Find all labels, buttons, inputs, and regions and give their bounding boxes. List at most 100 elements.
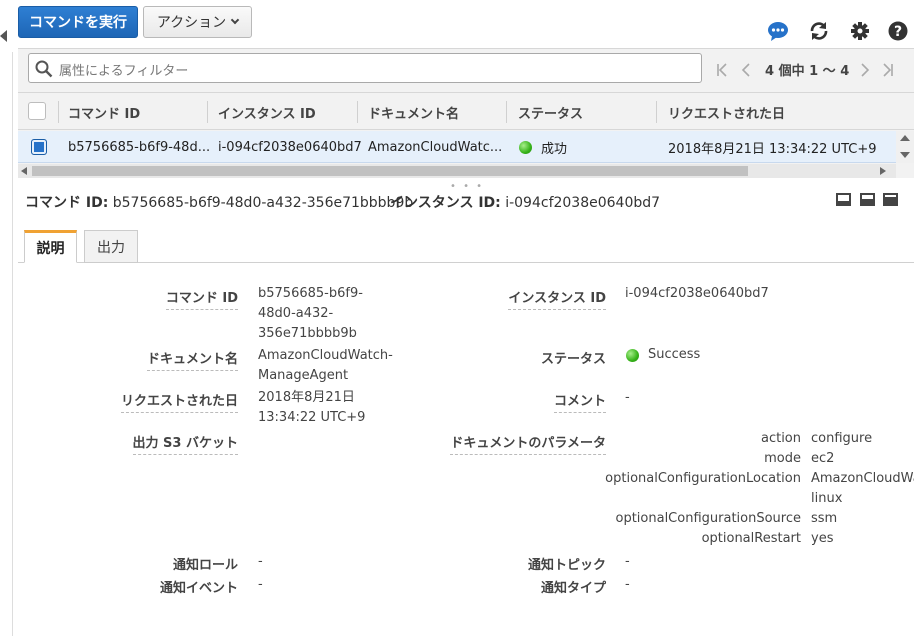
next-page-icon[interactable] xyxy=(860,60,870,80)
cell-status: 成功 xyxy=(519,131,567,163)
cell-document: AmazonCloudWatc... xyxy=(368,139,503,155)
param-value: yes xyxy=(811,531,834,546)
layout-full-icon[interactable] xyxy=(883,193,898,206)
cell-command-id: b5756685-b6f9-48d... xyxy=(68,139,211,155)
param-key: mode xyxy=(764,451,801,466)
param-value: ec2 xyxy=(811,451,835,466)
param-key: action xyxy=(760,431,801,446)
param-key: optionalRestart xyxy=(701,531,801,546)
column-separator xyxy=(656,101,657,123)
detail-instance-label: インスタンス ID: xyxy=(390,195,501,211)
column-separator xyxy=(58,101,59,123)
notify-event-label: 通知イベント xyxy=(159,581,238,596)
document-line: ManageAgent xyxy=(258,368,349,383)
run-command-label: コマンドを実行 xyxy=(29,15,127,31)
gear-icon[interactable] xyxy=(849,20,871,42)
tab-description[interactable]: 説明 xyxy=(24,230,77,263)
filter-placeholder: 属性によるフィルター xyxy=(59,64,189,79)
cell-status-text: 成功 xyxy=(541,141,568,157)
horizontal-scrollbar[interactable] xyxy=(18,164,896,178)
notify-type-label: 通知タイプ xyxy=(540,581,606,596)
column-header-command-id[interactable]: コマンド ID xyxy=(68,93,140,131)
command-id-line: 48d0-a432- xyxy=(258,306,334,321)
filter-input[interactable]: 属性によるフィルター xyxy=(28,53,702,83)
instance-id-label: インスタンス ID xyxy=(508,287,606,310)
actions-label: アクション xyxy=(156,15,227,31)
layout-split-icon[interactable] xyxy=(860,193,875,206)
notify-event-value: - xyxy=(258,577,263,592)
document-label: ドキュメント名 xyxy=(146,348,238,371)
instance-id-value: i-094cf2038e0640bd7 xyxy=(625,286,769,301)
cell-requested: 2018年8月21日 13:34:22 UTC+9 xyxy=(668,141,877,157)
tab-output[interactable]: 出力 xyxy=(84,230,138,263)
param-value: linux xyxy=(811,491,843,506)
status-label: ステータス xyxy=(540,352,606,367)
column-separator xyxy=(506,101,507,123)
detail-instance-header: インスタンス ID: i-094cf2038e0640bd7 xyxy=(390,192,660,212)
pagination-text: 4 個中 1 ～ 4 xyxy=(765,64,850,79)
document-line: AmazonCloudWatch- xyxy=(258,348,393,363)
scroll-down-icon[interactable] xyxy=(900,152,910,158)
chevron-down-icon xyxy=(230,15,240,25)
collapse-panel-icon[interactable] xyxy=(0,30,7,42)
document-value: AmazonCloudWatch- ManageAgent xyxy=(258,346,393,386)
param-value: ssm xyxy=(811,511,838,526)
scroll-right-icon[interactable] xyxy=(880,167,886,175)
success-status-icon xyxy=(626,348,639,362)
column-header-requested[interactable]: リクエストされた日 xyxy=(668,93,785,131)
scroll-left-icon[interactable] xyxy=(21,167,27,175)
layout-bottom-icon[interactable] xyxy=(836,193,851,206)
column-header-instance-id[interactable]: インスタンス ID xyxy=(218,93,316,131)
requested-line: 13:34:22 UTC+9 xyxy=(258,410,366,425)
detail-instance-value: i-094cf2038e0640bd7 xyxy=(505,195,661,211)
first-page-icon[interactable] xyxy=(716,60,728,80)
command-id-line: 356e71bbbb9b xyxy=(258,326,357,341)
notify-role-value: - xyxy=(258,554,263,569)
svg-text:?: ? xyxy=(894,24,902,40)
select-all-checkbox[interactable] xyxy=(28,102,46,120)
command-id-value: b5756685-b6f9- 48d0-a432- 356e71bbbb9b xyxy=(258,284,363,344)
param-value: AmazonCloudWa xyxy=(811,471,914,486)
cell-instance-id: i-094cf2038e0640bd7 xyxy=(218,139,362,155)
status-value-text: Success xyxy=(648,347,701,362)
requested-value: 2018年8月21日 13:34:22 UTC+9 xyxy=(258,388,365,428)
command-id-line: b5756685-b6f9- xyxy=(258,286,363,301)
resize-handle-icon[interactable]: • • • xyxy=(450,181,484,192)
requested-line: 2018年8月21日 xyxy=(258,390,355,405)
param-key: optionalConfigurationSource xyxy=(615,511,802,526)
prev-page-icon[interactable] xyxy=(741,60,751,80)
actions-dropdown[interactable]: アクション xyxy=(143,6,252,38)
last-page-icon[interactable] xyxy=(882,60,894,80)
row-checkbox[interactable] xyxy=(31,139,47,155)
comment-value: - xyxy=(625,390,630,405)
param-value: configure xyxy=(811,431,873,446)
vertical-scrollbar[interactable] xyxy=(896,131,914,163)
detail-command-value: b5756685-b6f9-48d0-a432-356e71bbbb9b xyxy=(112,195,414,211)
detail-command-label: コマンド ID: xyxy=(25,195,109,211)
help-icon[interactable]: ? xyxy=(887,20,909,42)
status-value: Success xyxy=(626,345,700,365)
column-separator xyxy=(207,101,208,123)
detail-command-header: コマンド ID: b5756685-b6f9-48d0-a432-356e71b… xyxy=(25,192,413,212)
refresh-icon[interactable] xyxy=(808,20,830,42)
notify-topic-label: 通知トピック xyxy=(527,558,606,573)
column-header-document[interactable]: ドキュメント名 xyxy=(368,93,459,131)
left-divider xyxy=(12,52,13,636)
column-separator xyxy=(357,101,358,123)
tab-bar-divider xyxy=(18,262,914,263)
chat-icon[interactable] xyxy=(767,20,789,42)
command-id-label: コマンド ID xyxy=(165,287,238,310)
run-command-button[interactable]: コマンドを実行 xyxy=(18,6,138,38)
s3-bucket-label: 出力 S3 バケット xyxy=(132,432,238,455)
horizontal-scroll-thumb[interactable] xyxy=(32,166,748,176)
param-key: optionalConfigurationLocation xyxy=(605,471,801,486)
column-header-status[interactable]: ステータス xyxy=(518,93,583,131)
table-header: コマンド ID インスタンス ID ドキュメント名 ステータス リクエストされた… xyxy=(18,92,914,130)
notify-type-value: - xyxy=(625,577,630,592)
comment-label: コメント xyxy=(553,390,606,413)
search-icon xyxy=(35,60,53,78)
notify-topic-value: - xyxy=(625,554,630,569)
scroll-up-icon[interactable] xyxy=(900,135,910,141)
table-row[interactable]: b5756685-b6f9-48d... i-094cf2038e0640bd7… xyxy=(18,131,896,163)
requested-label: リクエストされた日 xyxy=(120,390,238,413)
